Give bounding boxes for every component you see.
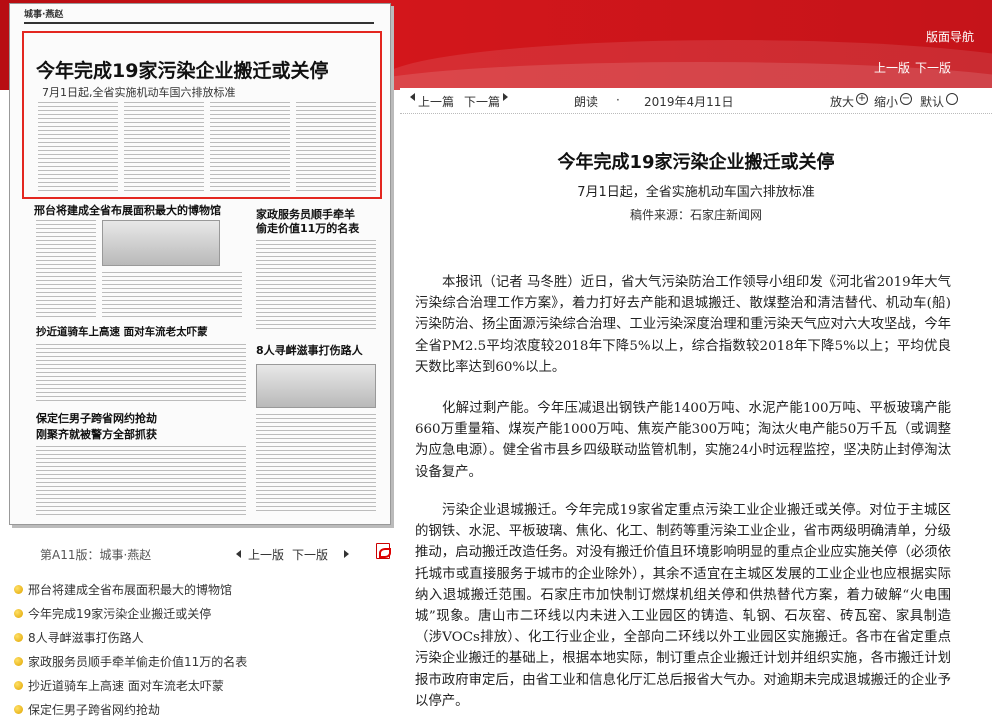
article-list-item[interactable]: 今年完成19家污染企业搬迁或关停 <box>12 602 397 626</box>
circle-icon[interactable] <box>946 93 958 105</box>
default-size-button[interactable]: 默认 <box>920 93 944 110</box>
article-paragraph: 污染企业退城搬迁。今年完成19家省定重点污染工业企业搬迁或关停。对位于主城区的钢… <box>415 503 951 709</box>
article-date: 2019年4月11日 <box>644 95 734 109</box>
text-column <box>256 240 376 330</box>
masthead: 城事·燕赵 <box>24 6 374 24</box>
prev-page-link[interactable]: 上一版 <box>874 59 910 76</box>
bullet-icon <box>14 705 23 714</box>
text-column <box>36 344 246 404</box>
article-toolbar: 上一篇 下一篇 朗读 · 2019年4月11日 放大 + 缩小 − 默认 <box>400 88 992 114</box>
text-column <box>256 414 376 514</box>
article-panel: 上一篇 下一篇 朗读 · 2019年4月11日 放大 + 缩小 − 默认 今年完… <box>400 88 992 719</box>
triangle-right-icon <box>344 550 349 558</box>
bullet-icon <box>14 633 23 642</box>
page-panel: 城事·燕赵 今年完成19家污染企业搬迁或关停 7月1日起,全省实施机动车国六排放… <box>0 0 400 719</box>
article-paragraph: 化解过剩产能。今年压减退出钢铁产能1400万吨、水泥产能100万吨、平板玻璃产能… <box>415 401 951 480</box>
article-list-item[interactable]: 家政服务员顺手牵羊偷走价值11万的名表 <box>12 650 397 674</box>
selected-article-highlight[interactable] <box>22 31 382 199</box>
news-photo <box>256 364 376 408</box>
masthead-name: 城事·燕赵 <box>24 10 64 20</box>
article-paragraph: 本报讯（记者 马冬胜）近日，省大气污染防治工作领导小组印发《河北省2019年大气… <box>415 275 951 375</box>
zoom-out-button[interactable]: 缩小 <box>874 93 898 110</box>
zoom-in-button[interactable]: 放大 <box>830 93 854 110</box>
triangle-left-icon <box>410 93 415 101</box>
minus-circle-icon[interactable]: − <box>900 93 912 105</box>
text-column <box>36 446 246 516</box>
dot-separator: · <box>616 93 620 107</box>
prev-article-button[interactable]: 上一篇 <box>418 93 454 110</box>
article-list-item[interactable]: 抄近道骑车上高速 面对车流老太吓蒙 <box>12 674 397 698</box>
article-title: 今年完成19家污染企业搬迁或关停 <box>557 152 835 173</box>
section-headline: 抄近道骑车上高速 面对车流老太吓蒙 <box>36 326 208 338</box>
next-article-button[interactable]: 下一篇 <box>464 93 500 110</box>
article-source: 稿件来源：石家庄新闻网 <box>629 208 762 222</box>
article-list-item[interactable]: 邢台将建成全省布展面积最大的博物馆 <box>12 578 397 602</box>
bullet-icon <box>14 609 23 618</box>
text-column <box>102 272 242 320</box>
bullet-icon <box>14 681 23 690</box>
section-headline: 8人寻衅滋事打伤路人 <box>256 344 363 357</box>
page-nav-link[interactable]: 版面导航 <box>926 28 974 45</box>
prev-page-button[interactable]: 上一版 <box>238 546 284 563</box>
bullet-icon <box>14 657 23 666</box>
section-headline: 偷走价值11万的名表 <box>256 222 360 235</box>
next-page-button[interactable]: 下一版 <box>292 546 328 563</box>
pdf-icon[interactable] <box>376 543 391 559</box>
article-subtitle: 7月1日起，全省实施机动车国六排放标准 <box>577 185 815 200</box>
read-aloud-button[interactable]: 朗读 <box>574 93 598 110</box>
article-list: 邢台将建成全省布展面积最大的博物馆 今年完成19家污染企业搬迁或关停 8人寻衅滋… <box>12 578 397 719</box>
triangle-right-icon <box>503 93 508 101</box>
section-headline: 刚聚齐就被警方全部抓获 <box>36 428 157 441</box>
next-page-link[interactable]: 下一版 <box>915 59 951 76</box>
article-list-item[interactable]: 保定仨男子跨省网约抢劫 <box>12 698 397 719</box>
museum-photo <box>102 220 220 266</box>
article-list-item[interactable]: 8人寻衅滋事打伤路人 <box>12 626 397 650</box>
page-label: 第A11版：城事·燕赵 <box>40 548 152 562</box>
section-headline: 保定仨男子跨省网约抢劫 <box>36 412 157 425</box>
text-column <box>36 220 96 320</box>
bullet-icon <box>14 585 23 594</box>
section-headline: 邢台将建成全省布展面积最大的博物馆 <box>34 204 221 217</box>
plus-circle-icon[interactable]: + <box>856 93 868 105</box>
